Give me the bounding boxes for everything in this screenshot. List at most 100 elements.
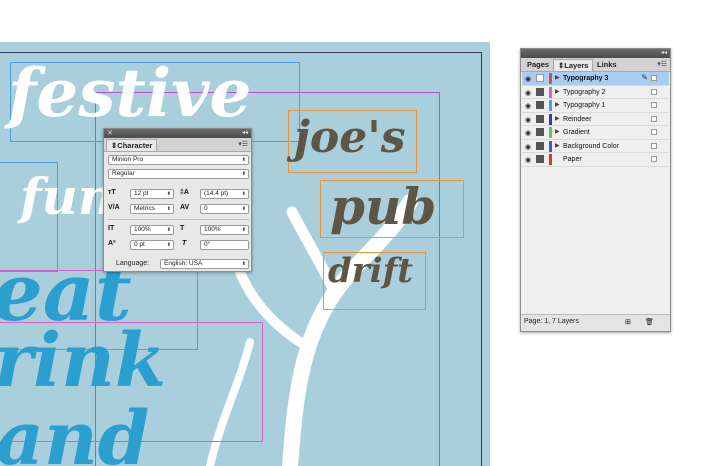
expand-triangle-icon[interactable]: ▶ bbox=[555, 100, 560, 111]
panel-titlebar[interactable]: ✕ ◂◂ bbox=[104, 129, 251, 138]
chevron-updown-icon: ⬍ bbox=[241, 261, 246, 267]
panel-tabbar: ⇕Character ▾☰ bbox=[104, 138, 251, 152]
language-select[interactable]: English: USA ⬍ bbox=[160, 259, 249, 269]
tracking-icon: AV bbox=[180, 204, 190, 211]
poster-word-and: and bbox=[0, 396, 150, 466]
lock-icon[interactable] bbox=[536, 155, 544, 163]
horizontal-scale-icon: T bbox=[180, 225, 185, 232]
expand-triangle-icon[interactable]: ▶ bbox=[555, 114, 560, 125]
horizontal-scale-value: 100% bbox=[204, 226, 221, 233]
poster-word-fun: fun bbox=[20, 167, 115, 226]
visibility-eye-icon[interactable]: ◉ bbox=[525, 116, 531, 124]
collapse-icon[interactable]: ◂◂ bbox=[242, 129, 248, 138]
layer-row-typography-3[interactable]: ◉ ▶ Typography 3 ✎ bbox=[522, 72, 669, 86]
panel-titlebar[interactable]: ◂◂ bbox=[521, 49, 670, 58]
layer-row-paper[interactable]: ◉ Paper bbox=[522, 153, 669, 167]
layer-name: Paper bbox=[563, 156, 582, 163]
tab-layers[interactable]: ⇕Layers bbox=[553, 59, 594, 71]
font-family-value: Minion Pro bbox=[112, 156, 144, 163]
panel-tabbar: Pages ⇕Layers Links ▾☰ bbox=[521, 58, 670, 72]
chevron-updown-icon: ⬍ bbox=[241, 171, 246, 177]
selection-square[interactable] bbox=[651, 75, 657, 81]
font-style-select[interactable]: Regular ⬍ bbox=[108, 169, 249, 179]
font-family-select[interactable]: Minion Pro ⬍ bbox=[108, 155, 249, 165]
baseline-shift-field[interactable]: 0 pt ⬍ bbox=[130, 240, 174, 250]
baseline-shift-value: 0 pt bbox=[134, 241, 145, 248]
visibility-eye-icon[interactable]: ◉ bbox=[525, 102, 531, 110]
layer-color-swatch bbox=[549, 113, 552, 125]
poster-word-pub: pub bbox=[330, 177, 437, 236]
selection-square[interactable] bbox=[651, 129, 657, 135]
selection-square[interactable] bbox=[651, 102, 657, 108]
footer-status: Page: 1, 7 Layers bbox=[524, 318, 579, 325]
selection-square[interactable] bbox=[651, 156, 657, 162]
trash-icon[interactable]: 🗑 bbox=[645, 318, 654, 326]
expand-triangle-icon[interactable]: ▶ bbox=[555, 73, 560, 84]
language-label: Language: bbox=[116, 260, 150, 267]
poster-word-joes: joe's bbox=[294, 112, 406, 163]
leading-icon: ‡A bbox=[180, 189, 189, 196]
visibility-eye-icon[interactable]: ◉ bbox=[525, 143, 531, 151]
layer-row-reindeer[interactable]: ◉ ▶ Reindeer bbox=[522, 113, 669, 126]
poster-word-drift: drift bbox=[328, 251, 413, 291]
chevron-updown-icon: ⬍ bbox=[241, 191, 246, 197]
lock-icon[interactable] bbox=[536, 141, 544, 150]
selection-square[interactable] bbox=[651, 88, 657, 95]
layer-name: Typography 3 bbox=[563, 75, 609, 82]
visibility-eye-icon[interactable]: ◉ bbox=[525, 129, 531, 137]
layers-panel[interactable]: ◂◂ Pages ⇕Layers Links ▾☰ ◉ ▶ Typography… bbox=[520, 48, 671, 332]
layer-color-swatch bbox=[549, 140, 552, 152]
expand-triangle-icon[interactable]: ▶ bbox=[555, 87, 560, 98]
panel-menu-icon[interactable]: ▾☰ bbox=[657, 60, 667, 68]
chevron-updown-icon: ⬍ bbox=[241, 227, 246, 233]
font-size-value: 12 pt bbox=[134, 190, 149, 197]
skew-value: 0° bbox=[204, 241, 211, 248]
font-size-icon: ᴛT bbox=[108, 189, 116, 196]
layer-color-swatch bbox=[549, 100, 552, 111]
tracking-field[interactable]: 0 ⬍ bbox=[200, 204, 249, 214]
layer-color-swatch bbox=[549, 86, 552, 98]
layer-name: Typography 1 bbox=[563, 102, 606, 109]
new-layer-icon[interactable]: ⊞ bbox=[625, 318, 631, 326]
visibility-eye-icon[interactable]: ◉ bbox=[525, 156, 531, 164]
visibility-eye-icon[interactable]: ◉ bbox=[525, 89, 531, 97]
lock-toggle[interactable] bbox=[536, 74, 544, 82]
panel-menu-icon[interactable]: ▾☰ bbox=[238, 140, 248, 148]
layer-row-typography-1[interactable]: ◉ ▶ Typography 1 bbox=[522, 99, 669, 113]
tab-pages[interactable]: Pages bbox=[523, 59, 553, 71]
tab-links[interactable]: Links bbox=[593, 59, 621, 71]
horizontal-scale-field[interactable]: 100% ⬍ bbox=[200, 225, 249, 235]
vertical-scale-value: 100% bbox=[134, 226, 151, 233]
layer-color-swatch bbox=[549, 73, 552, 84]
skew-icon: T bbox=[182, 240, 187, 247]
kerning-field[interactable]: Metrics ⬍ bbox=[130, 204, 174, 214]
kerning-value: Metrics bbox=[134, 205, 155, 212]
close-icon[interactable]: ✕ bbox=[107, 129, 113, 138]
character-panel[interactable]: ✕ ◂◂ ⇕Character ▾☰ Minion Pro ⬍ Regular ⬍ … bbox=[103, 128, 252, 272]
expand-triangle-icon[interactable]: ▶ bbox=[555, 141, 560, 152]
layer-name: Typography 2 bbox=[563, 88, 606, 96]
lock-icon[interactable] bbox=[536, 101, 544, 109]
chevron-updown-icon: ⬍ bbox=[166, 191, 171, 197]
visibility-eye-icon[interactable]: ◉ bbox=[525, 75, 531, 83]
skew-field[interactable]: 0° bbox=[200, 240, 249, 250]
layer-name: Reindeer bbox=[563, 115, 592, 123]
vertical-scale-field[interactable]: 100% ⬍ bbox=[130, 225, 174, 235]
lock-icon[interactable] bbox=[536, 128, 544, 136]
layer-name: Background Color bbox=[563, 142, 620, 150]
font-style-value: Regular bbox=[112, 170, 135, 177]
collapse-icon[interactable]: ◂◂ bbox=[661, 49, 667, 58]
poster-word-festive: festive bbox=[8, 54, 252, 132]
layer-row-typography-2[interactable]: ◉ ▶ Typography 2 bbox=[522, 86, 669, 99]
font-size-field[interactable]: 12 pt ⬍ bbox=[130, 189, 174, 199]
tab-character[interactable]: ⇕Character bbox=[106, 139, 158, 151]
leading-value: (14.4 pt) bbox=[204, 190, 229, 197]
lock-icon[interactable] bbox=[536, 114, 544, 123]
selection-square[interactable] bbox=[651, 115, 657, 122]
layer-row-background-color[interactable]: ◉ ▶ Background Color bbox=[522, 140, 669, 153]
selection-square[interactable] bbox=[651, 142, 657, 149]
leading-field[interactable]: (14.4 pt) ⬍ bbox=[200, 189, 249, 199]
lock-icon[interactable] bbox=[536, 87, 544, 96]
layer-row-gradient[interactable]: ◉ ▶ Gradient bbox=[522, 126, 669, 140]
expand-triangle-icon[interactable]: ▶ bbox=[555, 127, 560, 138]
